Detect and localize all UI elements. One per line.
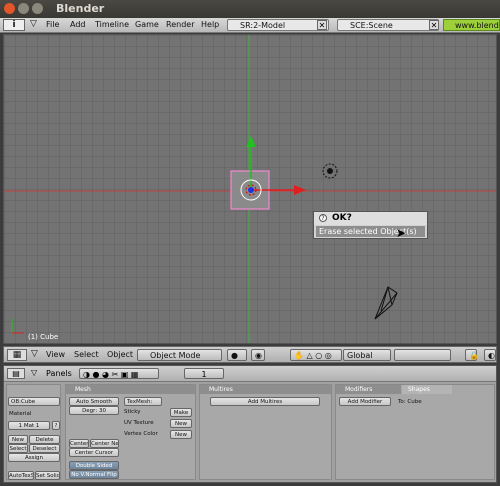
collapse-triangle-icon[interactable]: ▽ xyxy=(30,19,37,29)
render-preview-icon[interactable]: ◐ xyxy=(484,349,496,361)
material-index-field[interactable]: 1 Mat 1 xyxy=(8,421,50,430)
double-sided-button[interactable]: Double Sided xyxy=(69,461,119,470)
material-assign-button[interactable]: Assign xyxy=(8,453,60,462)
sticky-make-button[interactable]: Make xyxy=(170,408,192,417)
viewport-canvas xyxy=(4,35,496,343)
dialog-title: OK? xyxy=(332,213,352,223)
mode-select[interactable]: Object Mode xyxy=(137,349,222,361)
menu-render[interactable]: Render xyxy=(166,20,194,29)
buttons-header: ▤ ▽ Panels ◑ ● ◕ ✂ ▣ ▦ 1 xyxy=(4,366,496,382)
buttons-window: ▤ ▽ Panels ◑ ● ◕ ✂ ▣ ▦ 1 OB:Cube Materia… xyxy=(3,365,497,483)
collapse-triangle-icon[interactable]: ▽ xyxy=(31,349,38,359)
center-cursor-button[interactable]: Center Cursor xyxy=(69,448,119,457)
texmesh-field[interactable]: TexMesh: xyxy=(124,397,162,406)
window-titlebar: Blender xyxy=(0,0,500,18)
material-label: Material xyxy=(9,411,32,417)
view3d-header: ▦ ▽ View Select Object Object Mode ● ◉ ✋… xyxy=(3,346,497,363)
scene-delete-icon[interactable]: ✕ xyxy=(429,20,439,30)
close-window-icon[interactable] xyxy=(4,3,15,14)
material-delete-button[interactable]: Delete xyxy=(29,435,60,444)
sticky-label: Sticky xyxy=(124,409,141,415)
website-link[interactable]: www.blend xyxy=(443,19,500,31)
manipulator-y-arrow xyxy=(246,136,256,147)
editor-type-buttons-icon[interactable]: ▤ xyxy=(7,368,25,379)
window-title: Blender xyxy=(56,2,105,15)
center-new-button[interactable]: Center New xyxy=(90,439,119,448)
object-name-field[interactable]: OB:Cube xyxy=(8,397,60,406)
lamp-object xyxy=(327,168,333,174)
autotexspace-button[interactable]: AutoTexSpace xyxy=(8,471,34,480)
menu-view[interactable]: View xyxy=(46,350,65,359)
lock-icon[interactable]: 🔒 xyxy=(465,349,479,361)
erase-option[interactable]: Erase selected Object(s) xyxy=(316,226,425,237)
maximize-window-icon[interactable] xyxy=(32,3,43,14)
manipulator-x-arrow xyxy=(294,185,306,195)
tab-modifiers[interactable]: Modifiers xyxy=(336,385,401,394)
add-modifier-button[interactable]: Add Modifier xyxy=(339,397,391,406)
menu-timeline[interactable]: Timeline xyxy=(95,20,129,29)
dialog-header: ? OK? xyxy=(314,212,427,225)
uv-texture-new-button[interactable]: New xyxy=(170,419,192,428)
question-icon: ? xyxy=(319,214,327,222)
layer-buttons[interactable] xyxy=(394,349,451,361)
multires-panel-title: Multires xyxy=(200,385,331,394)
material-select-button[interactable]: Select xyxy=(8,444,28,453)
mouse-cursor-icon: ➤ xyxy=(396,226,407,240)
mesh-panel: Mesh Auto Smooth Degr: 30 TexMesh: Stick… xyxy=(65,384,196,480)
vertex-color-new-button[interactable]: New xyxy=(170,430,192,439)
menu-object[interactable]: Object xyxy=(107,350,133,359)
object-origin xyxy=(248,187,254,193)
no-v-normal-flip-button[interactable]: No V.Normal Flip xyxy=(69,470,119,479)
material-new-button[interactable]: New xyxy=(8,435,28,444)
3d-viewport[interactable]: (1) Cube xyxy=(3,34,497,344)
link-materials-panel: OB:Cube Material 1 Mat 1 ? New Delete Se… xyxy=(6,384,61,480)
active-object-label: (1) Cube xyxy=(28,333,59,341)
multires-panel: Multires Add Multires xyxy=(199,384,332,480)
auto-smooth-button[interactable]: Auto Smooth xyxy=(69,397,119,406)
frame-field[interactable]: 1 xyxy=(184,368,224,379)
erase-confirm-dialog: ? OK? Erase selected Object(s) ➤ xyxy=(313,211,428,240)
context-icons[interactable]: ◑ ● ◕ ✂ ▣ ▦ xyxy=(79,368,159,379)
modifiers-panel: Modifiers Shapes Add Modifier To: Cube xyxy=(335,384,495,480)
menu-select[interactable]: Select xyxy=(74,350,99,359)
draw-type-icon[interactable]: ● xyxy=(227,349,247,361)
add-multires-button[interactable]: Add Multires xyxy=(210,397,320,406)
uv-texture-label: UV Texture xyxy=(124,420,154,426)
screen-delete-icon[interactable]: ✕ xyxy=(317,20,327,30)
pivot-icon[interactable]: ◉ xyxy=(251,349,265,361)
minimize-window-icon[interactable] xyxy=(18,3,29,14)
camera-object xyxy=(374,286,398,320)
screen-field[interactable]: SR:2-Model xyxy=(227,19,329,31)
material-query-button[interactable]: ? xyxy=(52,421,60,430)
modifier-target-label: To: Cube xyxy=(398,399,422,405)
info-editor-icon[interactable]: i xyxy=(3,19,25,31)
vertex-color-label: Vertex Color xyxy=(124,431,158,437)
menu-game[interactable]: Game xyxy=(135,20,159,29)
editor-type-grid-icon[interactable]: ▦ xyxy=(7,349,27,361)
tab-shapes[interactable]: Shapes xyxy=(402,385,452,394)
panels-label: Panels xyxy=(46,369,72,378)
center-button[interactable]: Center xyxy=(69,439,89,448)
collapse-triangle-icon[interactable]: ▽ xyxy=(31,368,37,377)
orientation-select[interactable]: Global xyxy=(343,349,391,361)
menu-add[interactable]: Add xyxy=(70,20,86,29)
menu-file[interactable]: File xyxy=(46,20,59,29)
material-deselect-button[interactable]: Deselect xyxy=(29,444,60,453)
menu-help[interactable]: Help xyxy=(201,20,219,29)
set-solid-button[interactable]: Set Solid xyxy=(35,471,60,480)
mesh-panel-title: Mesh xyxy=(66,385,195,394)
degree-field[interactable]: Degr: 30 xyxy=(69,406,119,415)
scene-field[interactable]: SCE:Scene xyxy=(337,19,439,31)
manipulator-toggle-icon[interactable]: ✋ △ ○ ◎ xyxy=(290,349,342,361)
main-menubar: i ▽ File Add Timeline Game Render Help S… xyxy=(0,18,500,33)
